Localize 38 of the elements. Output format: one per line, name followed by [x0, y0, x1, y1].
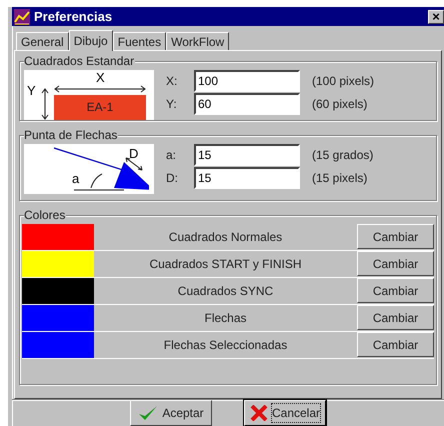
box-drawing: EA-1 — [54, 94, 146, 120]
change-button[interactable]: Cambiar — [357, 251, 434, 276]
input-field[interactable]: 60 — [194, 93, 300, 116]
group-title: Cuadrados Estandar — [24, 54, 136, 68]
tab[interactable]: General — [16, 32, 69, 50]
input-field[interactable]: 15 — [194, 167, 300, 190]
angle-label: a — [72, 172, 80, 186]
unit-note: (100 pixels) — [312, 73, 374, 90]
dialog-button[interactable]: Aceptar — [130, 400, 212, 426]
field-label: X: — [166, 73, 178, 90]
color-label: Flechas — [203, 310, 248, 327]
distance-label: D — [129, 146, 138, 161]
dialog-button[interactable]: Cancelar — [244, 400, 326, 426]
window-title: Preferencias — [34, 8, 112, 26]
color-label: Cuadrados START y FINISH — [148, 256, 303, 273]
change-button[interactable]: Cambiar — [357, 278, 434, 304]
field-label: D: — [166, 170, 179, 188]
height-label: Y — [27, 84, 36, 98]
input-field[interactable]: 15 — [194, 144, 300, 166]
group-title: Colores — [24, 208, 66, 222]
change-button[interactable]: Cambiar — [357, 224, 434, 250]
change-button[interactable]: Cambiar — [357, 332, 434, 358]
color-label: Cuadrados SYNC — [176, 282, 274, 300]
width-label: X — [96, 70, 105, 85]
field-label: a: — [166, 147, 178, 164]
field-label: Y: — [166, 96, 178, 114]
unit-note: (15 grados) — [312, 147, 374, 164]
group-title: Punta de Flechas — [24, 128, 118, 142]
input-field[interactable]: 100 — [194, 70, 300, 92]
tab[interactable]: Dibujo — [68, 30, 113, 51]
color-label: Flechas Seleccionadas — [162, 336, 288, 354]
color-label: Cuadrados Normales — [168, 228, 284, 246]
tab[interactable]: Fuentes — [112, 32, 166, 50]
unit-note: (15 pixels) — [312, 170, 368, 188]
change-button[interactable]: Cambiar — [357, 305, 434, 330]
close-button[interactable]: × — [428, 10, 444, 24]
unit-note: (60 pixels) — [312, 96, 368, 114]
tab[interactable]: WorkFlow — [166, 32, 230, 50]
